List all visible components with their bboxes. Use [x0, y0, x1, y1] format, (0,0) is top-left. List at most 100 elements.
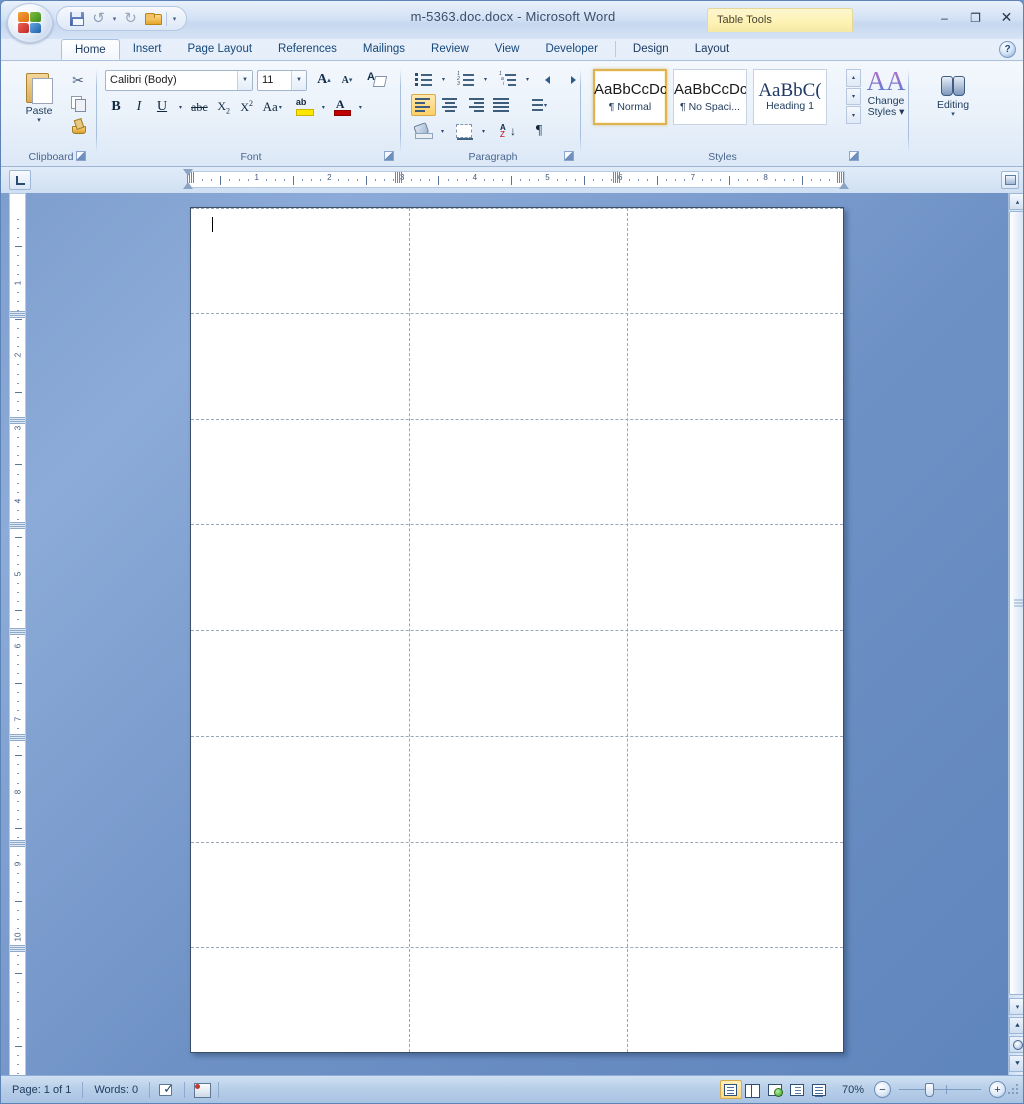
highlight-button[interactable] — [292, 96, 316, 118]
redo-button[interactable]: ↻ — [120, 9, 141, 29]
table-row-grip[interactable] — [10, 310, 25, 318]
save-button[interactable] — [66, 9, 87, 29]
maximize-button[interactable]: ❐ — [961, 7, 990, 28]
tab-references[interactable]: References — [265, 39, 350, 60]
font-name-combobox[interactable]: Calibri (Body) ▼ — [105, 69, 253, 91]
subscript-button[interactable]: X2 — [213, 96, 235, 118]
undo-dropdown[interactable]: ▾ — [110, 15, 119, 23]
paste-caret-icon[interactable]: ▾ — [37, 117, 41, 124]
highlight-dropdown[interactable]: ▾ — [317, 96, 329, 118]
scroll-down-button[interactable]: ▾ — [1009, 998, 1023, 1015]
scrollbar-thumb[interactable] — [1009, 211, 1023, 995]
style-heading-1[interactable]: AaBbC( Heading 1 — [753, 69, 827, 125]
table-row[interactable] — [191, 948, 843, 1054]
hanging-indent-marker[interactable] — [183, 182, 193, 189]
view-ruler-button[interactable] — [1001, 171, 1019, 189]
minimize-button[interactable]: – — [930, 7, 959, 28]
underline-button[interactable]: U — [151, 96, 173, 118]
zoom-slider-thumb[interactable] — [925, 1083, 934, 1097]
close-button[interactable]: ✕ — [992, 7, 1021, 28]
grow-font-button[interactable]: A ▴ — [313, 69, 335, 91]
align-center-button[interactable] — [437, 94, 462, 116]
shading-dropdown[interactable]: ▾ — [436, 120, 448, 142]
align-left-button[interactable] — [411, 94, 436, 116]
cut-button[interactable]: ✂ — [67, 69, 89, 91]
bold-button[interactable]: B — [105, 96, 127, 118]
shading-button[interactable] — [411, 120, 435, 142]
table-row[interactable] — [191, 314, 843, 420]
change-case-button[interactable]: Aa ▾ — [259, 96, 286, 118]
shrink-font-button[interactable]: A ▾ — [336, 69, 358, 91]
italic-button[interactable]: I — [128, 96, 150, 118]
styles-more-button[interactable]: ▾ — [846, 106, 861, 125]
decrease-indent-button[interactable] — [541, 68, 566, 90]
table-row-grip[interactable] — [10, 416, 25, 424]
help-button[interactable]: ? — [999, 41, 1016, 58]
table-column-divider[interactable] — [627, 208, 628, 1052]
multilevel-list-button[interactable]: 1ai — [495, 68, 520, 90]
chevron-down-icon[interactable]: ▼ — [291, 70, 306, 90]
first-line-indent-marker[interactable] — [183, 169, 193, 176]
borders-dropdown[interactable]: ▾ — [477, 120, 489, 142]
previous-page-button[interactable]: ⯅ — [1009, 1017, 1023, 1034]
open-button[interactable] — [142, 9, 163, 29]
undo-button[interactable]: ↺ — [88, 9, 109, 29]
select-browse-object-button[interactable] — [1009, 1036, 1023, 1053]
view-print-layout-button[interactable] — [719, 1080, 742, 1099]
tab-home[interactable]: Home — [61, 39, 120, 60]
table-row-grip[interactable] — [10, 945, 25, 953]
table-row-grip[interactable] — [10, 839, 25, 847]
underline-dropdown[interactable]: ▾ — [174, 96, 186, 118]
superscript-button[interactable]: X2 — [236, 96, 258, 118]
tab-layout[interactable]: Layout — [682, 39, 743, 60]
bullets-button[interactable] — [411, 68, 436, 90]
tab-insert[interactable]: Insert — [120, 39, 175, 60]
horizontal-ruler[interactable]: 12345678 — [187, 171, 845, 188]
vertical-ruler[interactable]: 1 2 3 4 5 6 7 8 9 10 — [9, 193, 26, 1077]
zoom-out-button[interactable]: − — [874, 1081, 891, 1098]
table-row[interactable] — [191, 208, 843, 314]
copy-button[interactable] — [67, 92, 89, 114]
customize-qat-button[interactable]: ▾ — [170, 15, 179, 23]
table-column-divider[interactable] — [409, 208, 410, 1052]
table-row[interactable] — [191, 737, 843, 843]
vertical-scrollbar[interactable]: ▴ ▾ ⯅ ⯆ — [1008, 193, 1023, 1077]
tab-stop-selector[interactable] — [9, 170, 31, 190]
clear-formatting-button[interactable] — [363, 69, 390, 91]
table-column-grip-2[interactable] — [613, 172, 620, 183]
numbering-dropdown[interactable]: ▾ — [479, 68, 491, 90]
styles-dialog-launcher[interactable] — [848, 150, 860, 162]
table-row-grip[interactable] — [10, 628, 25, 635]
table-row-grip[interactable] — [10, 522, 25, 530]
table-row[interactable] — [191, 525, 843, 631]
font-color-button[interactable] — [330, 96, 353, 118]
table-column-grip-1[interactable] — [395, 172, 402, 183]
resize-grip[interactable] — [1006, 1081, 1022, 1098]
line-spacing-button[interactable]: ▾ — [522, 94, 551, 116]
font-dialog-launcher[interactable] — [383, 150, 395, 162]
tab-page-layout[interactable]: Page Layout — [174, 39, 265, 60]
view-full-screen-reading-button[interactable] — [742, 1080, 764, 1099]
clipboard-dialog-launcher[interactable] — [75, 150, 87, 162]
view-draft-button[interactable] — [808, 1080, 830, 1099]
style-no-spacing[interactable]: AaBbCcDc ¶ No Spaci... — [673, 69, 747, 125]
tab-view[interactable]: View — [482, 39, 533, 60]
font-size-combobox[interactable]: 11 ▼ — [257, 69, 307, 91]
tab-developer[interactable]: Developer — [532, 39, 610, 60]
paste-button[interactable]: Paste ▾ — [15, 67, 63, 141]
view-web-layout-button[interactable] — [764, 1080, 786, 1099]
format-painter-button[interactable] — [67, 115, 89, 137]
view-outline-button[interactable] — [786, 1080, 808, 1099]
table-row[interactable] — [191, 843, 843, 949]
numbering-button[interactable]: 123 — [453, 68, 478, 90]
styles-scroll-up-button[interactable]: ▴ — [846, 69, 861, 87]
office-button[interactable] — [7, 3, 53, 43]
zoom-level[interactable]: 70% — [830, 1084, 874, 1096]
strikethrough-button[interactable]: abc — [187, 96, 212, 118]
zoom-slider[interactable] — [899, 1081, 981, 1098]
document-page[interactable] — [190, 207, 844, 1053]
document-table[interactable] — [191, 208, 843, 1052]
zoom-in-button[interactable]: + — [989, 1081, 1006, 1098]
align-right-button[interactable] — [463, 94, 488, 116]
justify-button[interactable] — [489, 94, 514, 116]
